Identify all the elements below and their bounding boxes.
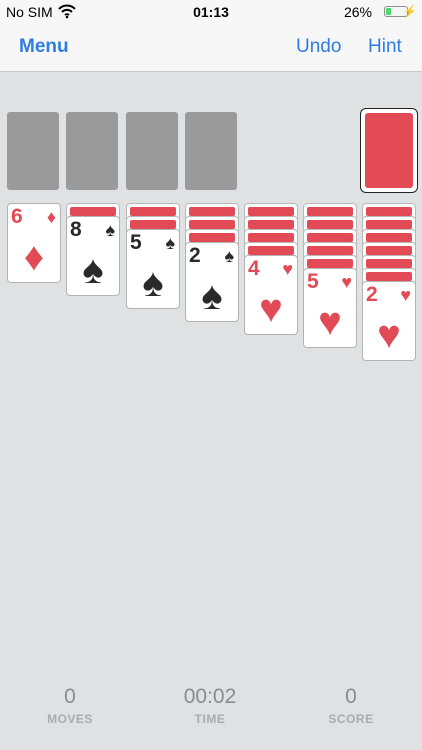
hearts-icon: ♥ (400, 285, 411, 305)
diamonds-icon: ♦ (46, 207, 56, 227)
nav-bar: Menu Undo Hint (0, 24, 422, 72)
status-bar: No SIM 01:13 26% ⚡ (0, 0, 422, 24)
foundation-slot-4[interactable] (185, 112, 237, 190)
time-label: TIME (194, 712, 226, 726)
battery-level-fill (386, 8, 391, 15)
hearts-icon: ♥ (318, 300, 342, 344)
time-stat: 00:02 TIME (150, 684, 270, 726)
foundation-slot-1[interactable] (7, 112, 59, 190)
spades-icon: ♠ (165, 233, 175, 253)
spades-icon: ♠ (224, 246, 234, 266)
stock-pile[interactable] (361, 109, 417, 192)
hearts-icon: ♥ (377, 313, 401, 357)
card-rank: 2 (366, 283, 378, 306)
tableau-card-6[interactable]: 5 ♥ ♥ (303, 268, 357, 348)
moves-stat: 0 MOVES (10, 684, 130, 726)
solitaire-screen: No SIM 01:13 26% ⚡ Menu Undo Hint 6 ♦ ♦ 8 ♠ ♠… (0, 0, 422, 750)
foundation-slot-3[interactable] (126, 112, 178, 190)
diamonds-icon: ♦ (23, 235, 45, 279)
time-value: 00:02 (183, 685, 237, 708)
moves-label: MOVES (47, 712, 93, 726)
card-rank: 6 (11, 205, 23, 228)
moves-value: 0 (64, 685, 76, 708)
hearts-icon: ♥ (282, 259, 293, 279)
card-rank: 8 (70, 218, 82, 241)
tableau-card-5[interactable]: 4 ♥ ♥ (244, 255, 298, 335)
tableau-card-1[interactable]: 6 ♦ ♦ (7, 203, 61, 283)
spades-icon: ♠ (142, 261, 164, 305)
card-rank: 5 (130, 231, 142, 254)
charging-bolt-icon: ⚡ (403, 6, 417, 18)
card-rank: 5 (307, 270, 319, 293)
spades-icon: ♠ (105, 220, 115, 240)
tableau-card-7[interactable]: 2 ♥ ♥ (362, 281, 416, 361)
spades-icon: ♠ (82, 248, 104, 292)
tableau-card-4[interactable]: 2 ♠ ♠ (185, 242, 239, 322)
battery-percent: 26% (343, 4, 372, 20)
hearts-icon: ♥ (259, 287, 283, 331)
tableau-card-2[interactable]: 8 ♠ ♠ (66, 216, 120, 296)
score-label: SCORE (328, 712, 374, 726)
card-rank: 2 (189, 244, 201, 267)
card-back (365, 113, 413, 188)
hint-button[interactable]: Hint (368, 36, 402, 58)
tableau-card-3[interactable]: 5 ♠ ♠ (126, 229, 180, 309)
undo-button[interactable]: Undo (296, 36, 341, 58)
card-rank: 4 (248, 257, 260, 280)
score-stat: 0 SCORE (291, 684, 411, 726)
hearts-icon: ♥ (341, 272, 352, 292)
score-value: 0 (345, 685, 357, 708)
menu-button[interactable]: Menu (19, 36, 69, 58)
foundation-slot-2[interactable] (66, 112, 118, 190)
spades-icon: ♠ (201, 274, 223, 318)
